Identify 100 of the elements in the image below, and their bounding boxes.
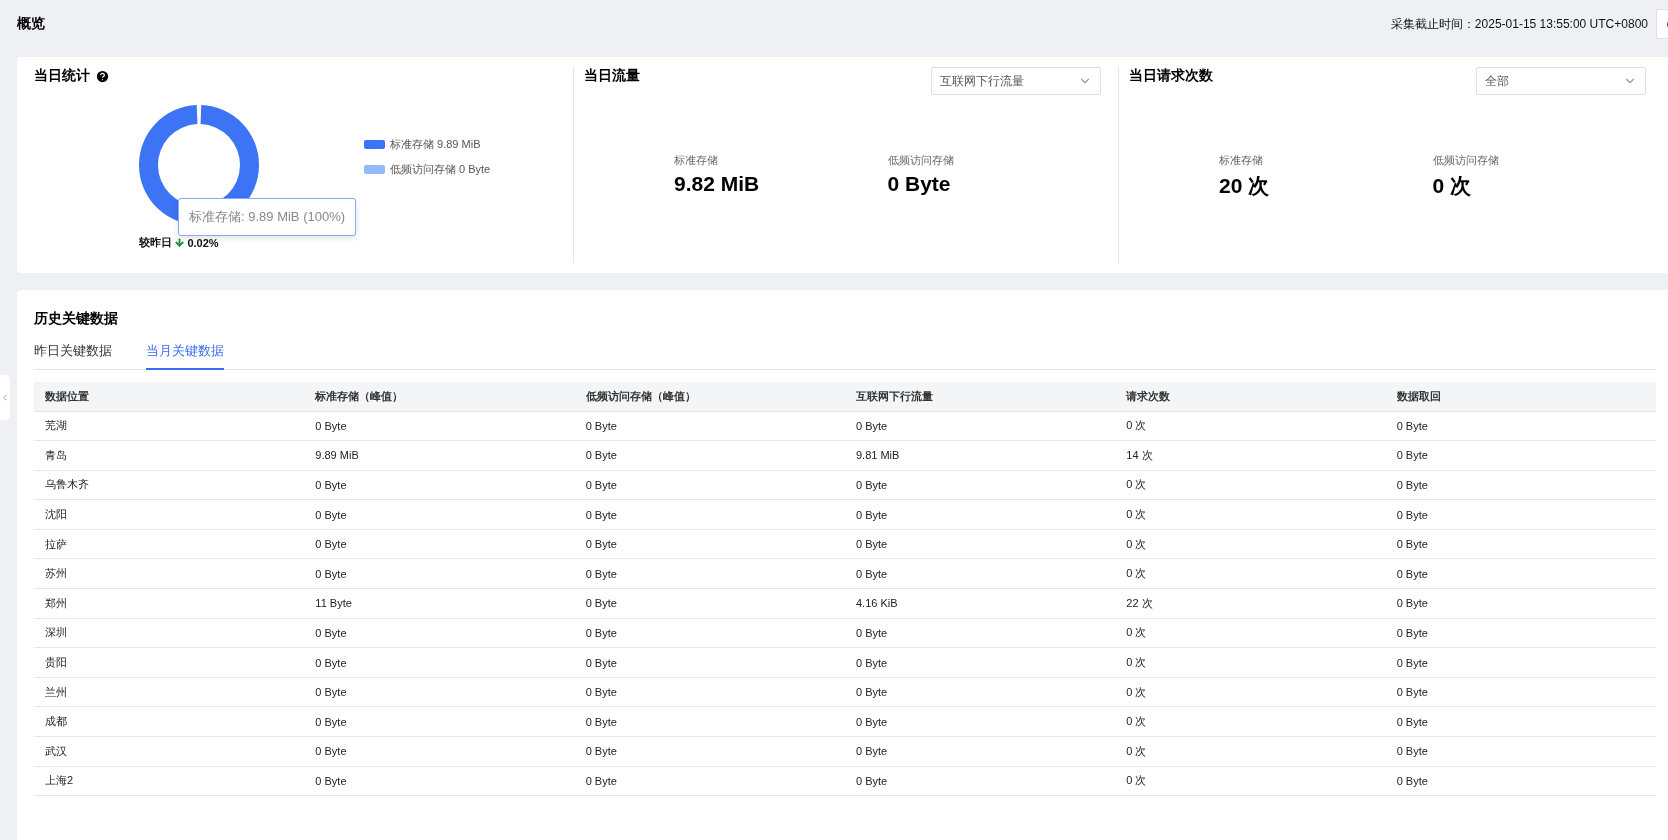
- table-cell: 0 Byte: [1385, 440, 1656, 471]
- table-cell: 0 Byte: [574, 736, 845, 767]
- table-cell: 0 Byte: [574, 470, 845, 500]
- table-cell: 0 Byte: [574, 499, 845, 530]
- table-cell: 0 Byte: [574, 558, 845, 589]
- table-cell: 0 Byte: [304, 706, 575, 737]
- table-cell: 0 Byte: [845, 529, 1116, 559]
- table-cell: 0 次: [1115, 736, 1386, 767]
- table-cell: 0 Byte: [304, 529, 575, 559]
- table-cell: 0 Byte: [845, 706, 1116, 737]
- table-cell: 0 Byte: [845, 736, 1116, 767]
- section-title: 当日流量: [584, 67, 640, 85]
- table-cell: 0 Byte: [304, 470, 575, 500]
- table-cell: 0 Byte: [1385, 411, 1656, 441]
- table-cell: 4.16 KiB: [845, 588, 1116, 619]
- table-cell: 0 Byte: [1385, 529, 1656, 559]
- table-cell: 0 次: [1115, 766, 1386, 796]
- table-cell: 0 Byte: [1385, 677, 1656, 707]
- table-cell: 0 Byte: [304, 558, 575, 589]
- table-cell: 0 Byte: [1385, 558, 1656, 589]
- metric-label: 低频访问存储: [1432, 153, 1500, 168]
- table-cell: 0 次: [1115, 470, 1386, 500]
- table-cell: 0 Byte: [845, 499, 1116, 530]
- table-cell: 贵阳: [34, 647, 305, 678]
- table-cell: 0 Byte: [574, 411, 845, 441]
- table-cell: 0 次: [1115, 529, 1386, 559]
- table-cell: 0 Byte: [845, 766, 1116, 796]
- table-cell: 0 Byte: [1385, 736, 1656, 767]
- table-cell: 0 Byte: [304, 411, 575, 441]
- column-header: 数据位置: [34, 382, 305, 411]
- collection-time: 采集截止时间：2025-01-15 13:55:00 UTC+0800: [1390, 15, 1648, 33]
- table-cell: 0 Byte: [845, 411, 1116, 441]
- table-cell: 0 Byte: [304, 766, 575, 796]
- table-cell: 0 次: [1115, 647, 1386, 678]
- table-cell: 0 Byte: [1385, 647, 1656, 678]
- table-cell: 0 Byte: [845, 677, 1116, 707]
- collapse-handle[interactable]: [0, 375, 10, 420]
- table-cell: 0 次: [1115, 499, 1386, 530]
- column-header: 互联网下行流量: [845, 382, 1116, 411]
- metric-label: 标准存储: [1219, 153, 1264, 168]
- table-cell: 0 Byte: [845, 558, 1116, 589]
- column-header: 低频访问存储（峰值）: [574, 382, 845, 411]
- table-cell: 0 Byte: [1385, 766, 1656, 796]
- metric-label: 低频访问存储: [887, 153, 955, 168]
- table-cell: 22 次: [1115, 588, 1386, 619]
- table-cell: 0 次: [1115, 618, 1386, 648]
- table-cell: 0 Byte: [1385, 499, 1656, 530]
- table-cell: 郑州: [34, 588, 305, 619]
- metric-label: 标准存储: [674, 153, 719, 168]
- metric-value: 9.82 MiB: [674, 172, 761, 196]
- table-cell: 0 Byte: [574, 766, 845, 796]
- table-cell: 0 Byte: [574, 677, 845, 707]
- section-title: 历史关键数据: [34, 310, 119, 328]
- table-cell: 0 Byte: [1385, 588, 1656, 619]
- table-cell: 0 Byte: [304, 499, 575, 530]
- table-cell: 0 Byte: [574, 529, 845, 559]
- select-field[interactable]: 互联网下行流量: [931, 67, 1101, 95]
- table-cell: 深圳: [34, 618, 305, 648]
- table-cell: 拉萨: [34, 529, 305, 559]
- metric-value: 20 次: [1219, 173, 1271, 199]
- table-cell: 0 Byte: [1385, 470, 1656, 500]
- page-title: 概览: [17, 15, 45, 33]
- table-cell: 0 Byte: [574, 440, 845, 471]
- table-cell: 0 Byte: [574, 706, 845, 737]
- tab[interactable]: 昨日关键数据: [34, 342, 112, 370]
- table-cell: 14 次: [1115, 440, 1386, 471]
- legend-label: 低频访问存储 0 Byte: [390, 162, 491, 177]
- table-cell: 芜湖: [34, 411, 305, 441]
- section-title: 当日统计: [34, 67, 556, 85]
- table-cell: 沈阳: [34, 499, 305, 530]
- column-header: 标准存储（峰值）: [304, 382, 575, 411]
- table-cell: 0 Byte: [574, 647, 845, 678]
- table-cell: 0 Byte: [574, 618, 845, 648]
- table-cell: 0 Byte: [304, 647, 575, 678]
- table-cell: 0 Byte: [574, 588, 845, 619]
- table-cell: 0 Byte: [304, 736, 575, 767]
- tab[interactable]: 当月关键数据: [146, 342, 224, 370]
- select-field[interactable]: 全部: [1476, 67, 1646, 95]
- table-cell: 青岛: [34, 440, 305, 471]
- table-cell: 成都: [34, 706, 305, 737]
- table-cell: 0 Byte: [1385, 706, 1656, 737]
- table-cell: 上海2: [34, 766, 305, 796]
- table-cell: 苏州: [34, 558, 305, 589]
- table-cell: 0 Byte: [845, 470, 1116, 500]
- column-header: 请求次数: [1115, 382, 1386, 411]
- table-cell: 0 次: [1115, 411, 1386, 441]
- metric-value: 0 次: [1432, 173, 1472, 199]
- metric-value: 0 Byte: [887, 172, 952, 196]
- legend-label: 标准存储 9.89 MiB: [390, 137, 481, 152]
- table-cell: 0 次: [1115, 558, 1386, 589]
- table-cell: 兰州: [34, 677, 305, 707]
- compare-value: 0.02%: [187, 236, 219, 249]
- table-cell: 0 Byte: [1385, 618, 1656, 648]
- chart-tooltip: 标准存储: 9.89 MiB (100%): [178, 198, 357, 236]
- table-cell: 武汉: [34, 736, 305, 767]
- help-icon[interactable]: [95, 68, 110, 84]
- table-cell: 0 Byte: [304, 618, 575, 648]
- table-cell: 11 Byte: [304, 588, 575, 619]
- table-cell: 乌鲁木齐: [34, 470, 305, 500]
- section-title: 当日请求次数: [1129, 67, 1213, 85]
